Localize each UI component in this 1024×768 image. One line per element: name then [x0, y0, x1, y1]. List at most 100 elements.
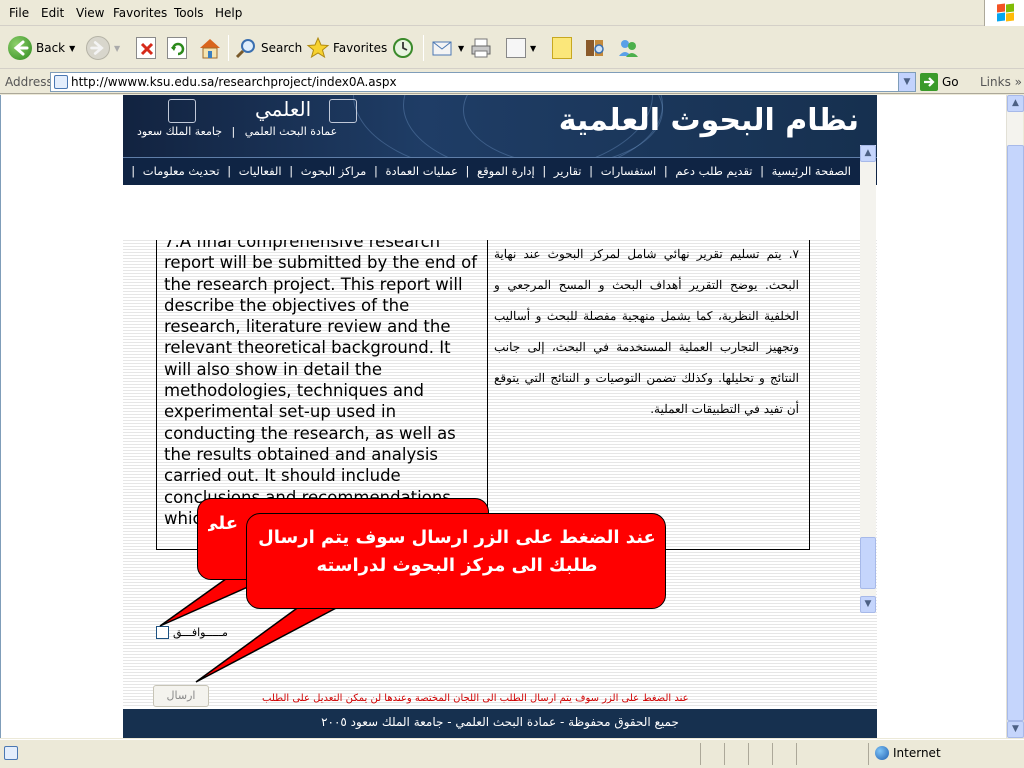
- dsr-emblem-icon: [329, 99, 357, 123]
- nav-support-request[interactable]: تقديم طلب دعم: [673, 164, 754, 178]
- edit-dropdown-icon[interactable]: ▼: [530, 44, 536, 53]
- history-icon: [391, 36, 415, 60]
- arabic-terms-text: ٧. يتم تسليم تقرير نهائي شامل لمركز البح…: [494, 247, 799, 416]
- research-button[interactable]: [583, 33, 607, 63]
- nav-home[interactable]: الصفحة الرئيسية: [770, 164, 853, 178]
- nav-logout[interactable]: خروج: [95, 164, 125, 178]
- links-toolbar[interactable]: Links »: [980, 75, 1022, 89]
- mail-button[interactable]: ▼: [430, 33, 464, 63]
- forward-dropdown-icon[interactable]: ▼: [114, 44, 120, 53]
- agree-checkbox[interactable]: [156, 626, 169, 639]
- scroll-down-icon[interactable]: ▼: [1007, 721, 1024, 738]
- address-field[interactable]: http://wwww.ksu.edu.sa/researchproject/i…: [50, 72, 916, 92]
- menu-tools[interactable]: Tools: [174, 6, 204, 20]
- mail-icon: [430, 36, 454, 60]
- footer-text: جميع الحقوق محفوظة - عمادة البحث العلمي …: [321, 715, 679, 729]
- messenger-icon: [616, 36, 640, 60]
- submit-warning-note: عند الضغط على الزر سوف يتم ارسال الطلب ا…: [262, 693, 689, 704]
- search-button[interactable]: Search: [234, 33, 302, 63]
- toolbar: Back ▼ ▼ Search Favorites ▼ ▼: [0, 27, 1024, 69]
- nav-inquiries[interactable]: استفسارات: [599, 164, 658, 178]
- nav-reports[interactable]: تقارير: [552, 164, 584, 178]
- menu-view[interactable]: View: [76, 6, 104, 20]
- menu-help[interactable]: Help: [215, 6, 242, 20]
- messenger-button[interactable]: [616, 33, 640, 63]
- back-dropdown-icon[interactable]: ▼: [69, 44, 75, 53]
- windows-logo: [984, 0, 1024, 26]
- refresh-button[interactable]: [167, 33, 187, 63]
- agree-row: مـــــوافـــق: [156, 626, 228, 639]
- university-name: جامعة الملك سعود: [137, 125, 223, 138]
- frame-scroll-up-icon[interactable]: ▲: [860, 145, 876, 162]
- stop-button[interactable]: [136, 33, 156, 63]
- callout-front-text: عند الضغط على الزر ارسال سوف يتم ارسال ط…: [258, 527, 656, 576]
- favorites-label: Favorites: [333, 41, 388, 55]
- dept-line: عمادة البحث العلمي | جامعة الملك سعود: [137, 125, 338, 138]
- nav-deanship-ops[interactable]: عمليات العمادة: [384, 164, 460, 178]
- page-viewport: نظام البحوث العلمية العلمي عمادة البحث ا…: [0, 95, 1006, 738]
- home-icon: [198, 36, 222, 60]
- page-icon: [54, 75, 68, 89]
- mail-dropdown-icon[interactable]: ▼: [458, 44, 464, 53]
- back-arrow-icon: [8, 36, 32, 60]
- stop-icon: [136, 37, 156, 59]
- address-bar: Address http://wwww.ksu.edu.sa/researchp…: [0, 70, 1024, 94]
- english-terms-text: 7.A final comprehensive research report …: [164, 240, 478, 528]
- site-header: نظام البحوث العلمية العلمي عمادة البحث ا…: [123, 95, 877, 157]
- terms-frame: 7.A final comprehensive research report …: [123, 240, 877, 708]
- callout-front: عند الضغط على الزر ارسال سوف يتم ارسال ط…: [246, 513, 666, 609]
- search-icon: [234, 36, 258, 60]
- address-label: Address: [5, 75, 53, 89]
- ksu-emblem-icon: [168, 99, 196, 123]
- menu-bar: File Edit View Favorites Tools Help: [0, 0, 1024, 26]
- home-button[interactable]: [198, 33, 222, 63]
- favorites-button[interactable]: Favorites: [306, 33, 387, 63]
- go-arrow-icon: [920, 73, 938, 91]
- history-button[interactable]: [391, 33, 415, 63]
- globe-icon: [875, 746, 889, 760]
- status-bar: Internet: [0, 739, 1024, 768]
- agree-label: مـــــوافـــق: [173, 626, 228, 639]
- windows-flag-icon: [997, 3, 1015, 22]
- security-zone: Internet: [875, 746, 941, 760]
- search-label: Search: [261, 41, 303, 55]
- back-button[interactable]: Back ▼: [8, 33, 75, 63]
- site-footer: جميع الحقوق محفوظة - عمادة البحث العلمي …: [123, 709, 877, 738]
- dept-name: عمادة البحث العلمي: [244, 125, 338, 138]
- site-title: نظام البحوث العلمية: [558, 103, 859, 138]
- menu-edit[interactable]: Edit: [41, 6, 64, 20]
- zone-label: Internet: [893, 746, 941, 760]
- scroll-thumb[interactable]: [1007, 145, 1024, 721]
- go-button[interactable]: Go: [920, 73, 959, 91]
- note-icon: [552, 37, 572, 59]
- go-label: Go: [942, 75, 959, 89]
- nav-research-centers[interactable]: مراكز البحوث: [299, 164, 369, 178]
- frame-scrollbar[interactable]: ▲ ▼: [860, 145, 876, 613]
- arabic-terms-box: ٧. يتم تسليم تقرير نهائي شامل لمركز البح…: [488, 240, 810, 550]
- nav-update-info[interactable]: تحديث معلومات: [141, 164, 222, 178]
- nav-bar: الصفحة الرئيسية | تقديم طلب دعم | استفسا…: [86, 157, 877, 185]
- address-url: http://wwww.ksu.edu.sa/researchproject/i…: [71, 75, 397, 89]
- discuss-button[interactable]: [552, 33, 572, 63]
- edit-button[interactable]: ▼: [506, 33, 536, 63]
- nav-events[interactable]: الفعاليات: [237, 164, 284, 178]
- refresh-icon: [167, 37, 187, 59]
- print-button[interactable]: [469, 33, 493, 63]
- scroll-up-icon[interactable]: ▲: [1007, 95, 1024, 112]
- frame-scroll-thumb[interactable]: [860, 537, 876, 589]
- printer-icon: [469, 36, 493, 60]
- window-scrollbar[interactable]: ▲ ▼: [1006, 95, 1024, 738]
- submit-button[interactable]: ارسال: [153, 685, 209, 707]
- back-label: Back: [36, 41, 66, 55]
- frame-scroll-down-icon[interactable]: ▼: [860, 596, 876, 613]
- menu-favorites[interactable]: Favorites: [113, 6, 167, 20]
- forward-button[interactable]: ▼: [86, 33, 120, 63]
- address-dropdown-icon[interactable]: ▼: [898, 73, 915, 91]
- nav-site-admin[interactable]: إدارة الموقع: [475, 164, 537, 178]
- forward-arrow-icon: [86, 36, 110, 60]
- edit-page-icon: [506, 38, 526, 58]
- star-icon: [306, 36, 330, 60]
- callout-back-text: على: [208, 513, 238, 534]
- page-done-icon: [4, 746, 18, 760]
- menu-file[interactable]: File: [9, 6, 29, 20]
